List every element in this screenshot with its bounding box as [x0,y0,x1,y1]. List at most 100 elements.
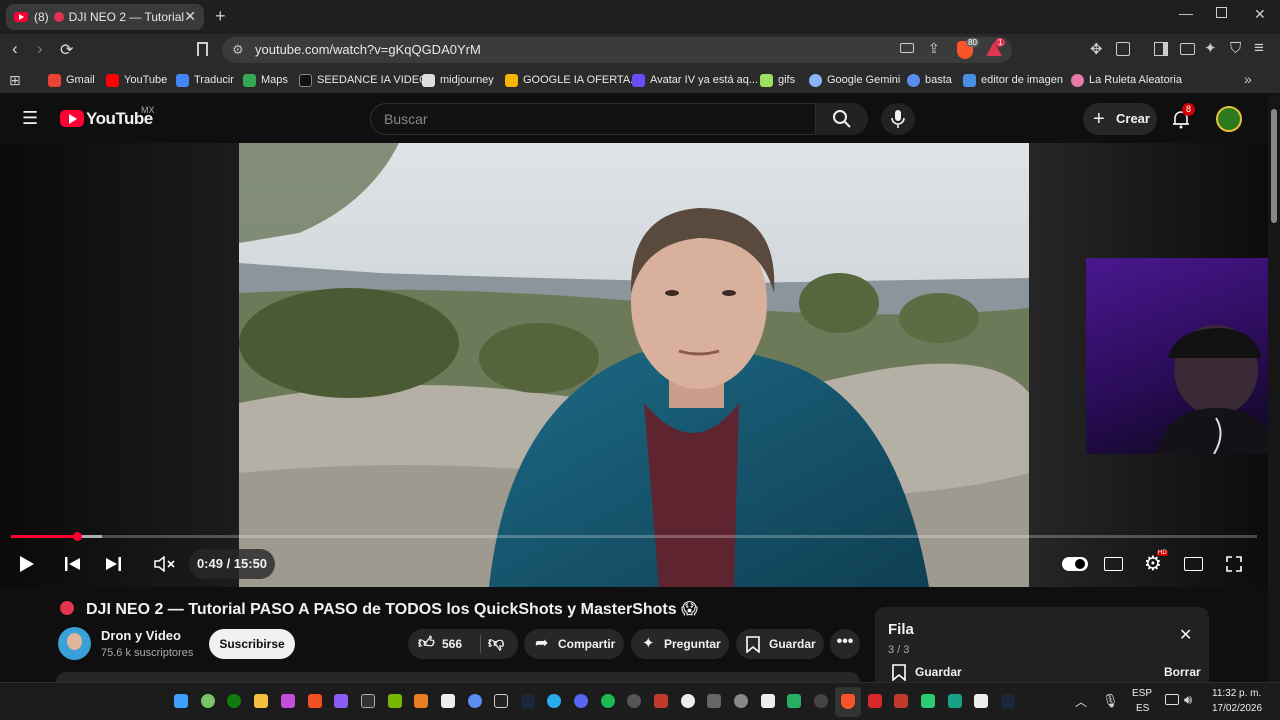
close-window-button[interactable]: ✕ [1254,6,1266,23]
fullscreen-icon[interactable] [1226,556,1242,572]
page-scrollbar[interactable] [1268,95,1280,682]
bookmark-basta[interactable]: basta [907,72,952,88]
play-icon[interactable] [19,555,35,573]
app-icon-31[interactable] [974,694,988,708]
app-icon-29[interactable] [921,694,935,708]
nvidia-icon[interactable] [388,694,402,708]
channel-avatar[interactable] [58,627,91,660]
xbox-icon[interactable] [227,694,241,708]
queue-save-label[interactable]: Guardar [915,665,962,679]
sidebar-icon[interactable] [1154,42,1168,56]
bookmark-gmail[interactable]: Gmail [48,72,95,88]
progress-track[interactable] [11,535,1257,538]
hamburger-menu-icon[interactable]: ☰ [22,108,38,129]
share-app-icon[interactable] [627,694,641,708]
search-button[interactable] [816,103,868,135]
channel-name[interactable]: Dron y Video [101,628,181,643]
site-info-icon[interactable]: ⚙ [232,37,244,63]
queue-clear-button[interactable]: Borrar [1164,665,1201,679]
app-icon-24[interactable] [787,694,801,708]
more-actions-icon[interactable]: ••• [830,629,860,659]
like-count[interactable]: 566 [442,629,462,659]
progress-scrubber[interactable] [73,532,83,541]
language-top[interactable]: ESP [1132,688,1152,699]
store-icon[interactable] [308,694,322,708]
wallet-icon[interactable] [1180,43,1195,55]
tray-mic-icon[interactable]: 🎙︎ [1102,693,1119,709]
telegram-icon[interactable] [547,694,561,708]
tab-active[interactable]: (8) DJI NEO 2 — Tutorial PAS ✕ [6,4,204,30]
reload-icon[interactable]: ⟳ [60,40,73,60]
subtitles-icon[interactable] [1104,557,1123,571]
back-icon[interactable]: ‹ [12,39,18,59]
steam-icon[interactable] [521,694,535,708]
steam-icon-2[interactable] [1001,694,1015,708]
bookmark-icon[interactable] [197,42,208,56]
vpn-shield-icon[interactable]: ⛉ [1230,40,1241,57]
network-icon[interactable] [1165,694,1179,705]
video-frame[interactable] [239,143,1029,587]
app-icon-8[interactable] [361,694,375,708]
previous-icon[interactable] [64,557,82,571]
discord-icon[interactable] [574,694,588,708]
clock-time[interactable]: 11:32 p. m. [1212,688,1261,699]
brave-taskbar-active[interactable] [835,687,861,717]
cast-icon[interactable] [900,43,914,53]
leo-ai-icon[interactable]: ✦ [1204,39,1217,57]
search-input[interactable]: Buscar [370,103,816,135]
autoplay-toggle[interactable] [1062,557,1088,571]
bookmark-editor[interactable]: editor de imagen [963,72,1063,88]
video-player[interactable]: 0:49 / 15:50 ⚙ HD [0,143,1280,587]
bookmark-gemini[interactable]: Google Gemini [809,72,900,88]
save-button[interactable]: Guardar [736,629,824,659]
epic-games-icon[interactable] [494,694,508,708]
settings-icon[interactable] [468,694,482,708]
copilot-icon[interactable] [281,694,295,708]
menu-icon[interactable]: ≡ [1254,38,1264,58]
language-bottom[interactable]: ES [1136,703,1149,714]
forward-icon[interactable]: › [37,39,43,59]
miniplayer-icon[interactable] [1184,557,1203,571]
extensions-icon[interactable]: ✥ [1090,40,1103,58]
ask-button[interactable]: ✦ Preguntar [631,629,729,659]
volume-icon[interactable]: 🔊︎ [1184,692,1192,708]
apps-grid-icon[interactable]: ⊞ [9,72,21,89]
new-tab-button[interactable]: + [215,6,226,27]
app-icon-28[interactable] [894,694,908,708]
subscribe-button[interactable]: Suscribirse [209,629,295,659]
widgets-icon[interactable] [201,694,215,708]
bookmark-maps[interactable]: Maps [243,72,288,88]
capcut-icon[interactable] [441,694,455,708]
share-button[interactable]: ➦ Compartir [524,629,624,659]
bookmark-midjourney[interactable]: midjourney [422,72,494,88]
bookmark-traducir[interactable]: Traducir [176,72,234,88]
start-icon[interactable] [174,694,188,708]
voice-search-button[interactable] [881,103,915,135]
minimize-button[interactable]: — [1179,5,1193,21]
mute-icon[interactable] [154,556,176,572]
app-icon-19[interactable] [654,694,668,708]
bookmark-seedance[interactable]: SEEDANCE IA VIDEO [299,72,428,88]
bookmark-ruleta[interactable]: La Ruleta Aleatoria [1071,72,1182,88]
tab-close-icon[interactable]: ✕ [184,8,196,25]
clock-date[interactable]: 17/02/2026 [1212,703,1262,714]
camera-icon[interactable] [707,694,721,708]
url-bar[interactable]: ⚙ youtube.com/watch?v=gKqQGDA0YrM [222,37,1012,63]
obs-icon[interactable] [681,694,695,708]
bookmark-avatar[interactable]: Avatar IV ya está aq... [632,72,758,88]
reader-mode-icon[interactable] [1116,42,1130,56]
queue-close-icon[interactable]: ✕ [1179,625,1192,645]
scrollbar-thumb[interactable] [1271,109,1277,223]
maximize-button[interactable] [1216,7,1227,18]
dislike-icon[interactable]: 👎︎ [488,629,504,659]
next-icon[interactable] [104,557,122,571]
bookmark-gifs[interactable]: gifs [760,72,795,88]
spotify-icon[interactable] [601,694,615,708]
app-icon-22[interactable] [734,694,748,708]
bookmark-google-ia[interactable]: GOOGLE IA OFERTA... [505,72,639,88]
app-icon-10[interactable] [414,694,428,708]
queue-save-icon[interactable] [892,664,906,681]
more-bookmarks-icon[interactable]: » [1244,71,1252,87]
create-button[interactable]: + Crear [1083,103,1157,135]
like-icon[interactable]: 👍︎ [418,629,435,659]
